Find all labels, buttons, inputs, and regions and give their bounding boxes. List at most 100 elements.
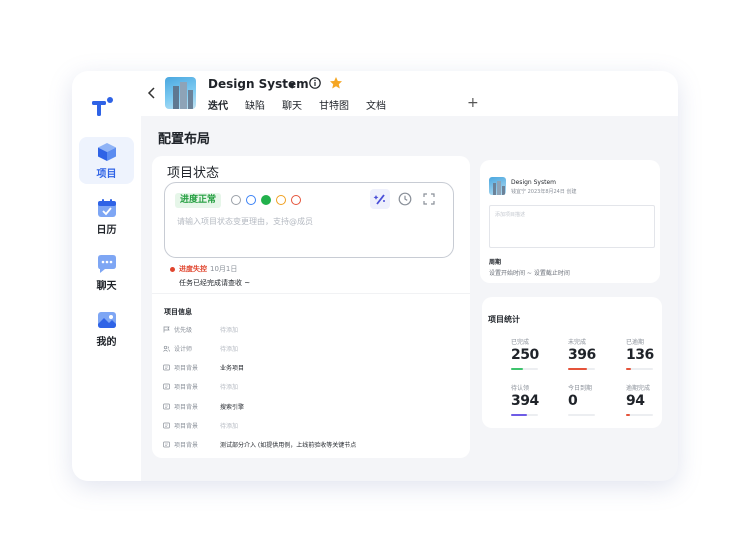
project-thumbnail — [165, 77, 196, 109]
info-key: 项目背景 — [174, 442, 199, 449]
info-value[interactable]: 待添加 — [220, 382, 238, 391]
stat-value: 0 — [568, 393, 578, 409]
chat-bubble-icon — [97, 254, 116, 273]
info-value[interactable]: 业务项目 — [220, 363, 244, 372]
status-dot — [170, 267, 175, 272]
cube-icon — [97, 142, 116, 161]
tag-icon — [163, 364, 170, 371]
ai-assist-button[interactable] — [370, 189, 390, 209]
info-value[interactable]: 搜索引擎 — [220, 402, 244, 411]
stat-incomplete[interactable]: 未完成 396 — [568, 337, 614, 377]
info-row[interactable]: 项目背景 待添加 — [163, 382, 453, 392]
top-bar: Design System ▼ 迭代 缺陷 聊天 甘特图 文档 + — [141, 71, 678, 116]
info-value[interactable]: 待添加 — [220, 344, 238, 353]
stat-value: 94 — [626, 393, 645, 409]
status-badge[interactable]: 进度正常 — [175, 193, 222, 208]
back-chevron-icon[interactable] — [147, 87, 157, 99]
info-row[interactable]: 设计师 待添加 — [163, 344, 453, 354]
info-value[interactable]: 测试部分介入 (如提供用例，上线前验收等关键节点 — [220, 440, 356, 449]
history-status-label: 进度失控 — [179, 265, 207, 273]
info-key: 优先级 — [174, 327, 193, 334]
status-color-option[interactable] — [276, 195, 286, 205]
info-key: 项目背景 — [174, 404, 199, 411]
info-row[interactable]: 项目背景 搜索引擎 — [163, 402, 453, 412]
description-input[interactable]: 添加项目描述 — [489, 205, 655, 248]
star-icon[interactable] — [329, 76, 343, 90]
profile-icon — [97, 311, 116, 328]
project-thumbnail — [489, 177, 506, 195]
stat-bar — [511, 368, 538, 370]
caret-down-icon[interactable]: ▼ — [289, 81, 295, 90]
description-placeholder: 添加项目描述 — [495, 212, 526, 218]
tab-chat[interactable]: 聊天 — [282, 97, 302, 112]
sidebar-item-chat[interactable]: 聊天 — [79, 249, 134, 296]
sidebar-item-label: 项目 — [96, 168, 117, 180]
stat-bar — [568, 368, 595, 370]
stat-overdue-completed[interactable]: 逾期完成 94 — [626, 383, 672, 423]
status-color-option[interactable] — [231, 195, 241, 205]
sidebar-item-me[interactable]: 我的 — [79, 305, 134, 352]
info-key: 项目背景 — [174, 365, 199, 372]
info-key: 项目背景 — [174, 384, 199, 391]
info-row[interactable]: 项目背景 业务项目 — [163, 363, 453, 373]
add-tab-button[interactable]: + — [467, 95, 479, 111]
stats-title: 项目统计 — [488, 315, 520, 324]
tab-gantt[interactable]: 甘特图 — [319, 97, 349, 112]
status-color-option[interactable] — [261, 195, 271, 205]
tab-defects[interactable]: 缺陷 — [245, 97, 265, 112]
stat-value: 136 — [626, 347, 654, 363]
status-color-option[interactable] — [291, 195, 301, 205]
expand-button[interactable] — [419, 189, 439, 209]
cycle-label: 周期 — [489, 259, 502, 266]
sidebar-item-project[interactable]: 项目 — [79, 137, 134, 184]
status-title: 项目状态 — [167, 166, 220, 181]
app-logo-icon — [92, 97, 113, 116]
info-row[interactable]: 项目背景 待添加 — [163, 421, 453, 431]
tag-icon — [163, 422, 170, 429]
project-info-title: 项目信息 — [164, 308, 192, 316]
stat-completed[interactable]: 已完成 250 — [511, 337, 557, 377]
stat-due-today[interactable]: 今日到期 0 — [568, 383, 614, 423]
sidebar-item-calendar[interactable]: 日历 — [79, 193, 134, 240]
calendar-icon — [97, 198, 116, 217]
tab-docs[interactable]: 文档 — [366, 97, 386, 112]
info-icon[interactable] — [309, 77, 321, 89]
tag-icon — [163, 383, 170, 390]
history-date: 10月1日 — [210, 265, 238, 273]
project-name: Design System — [511, 179, 556, 186]
stat-overdue[interactable]: 已逾期 136 — [626, 337, 672, 377]
history-button[interactable] — [395, 189, 415, 209]
info-row[interactable]: 优先级 待添加 — [163, 325, 453, 335]
project-detail-card: Design System 钱宜宁 2023年8月24日 创建 添加项目描述 周… — [480, 160, 660, 283]
stat-label: 已完成 — [511, 339, 530, 346]
project-stats-card: 项目统计 已完成 250 未完成 396 已逾期 136 待认领 394 今日到… — [482, 297, 662, 428]
cycle-value[interactable]: 设置开始时间 ~ 设置截止时间 — [489, 268, 570, 277]
history-message[interactable]: 任务已经完成请查收 ~ — [179, 278, 250, 288]
info-row[interactable]: 项目背景 测试部分介入 (如提供用例，上线前验收等关键节点 — [163, 440, 453, 450]
tab-iteration[interactable]: 迭代 — [208, 97, 228, 112]
stat-unclaimed[interactable]: 待认领 394 — [511, 383, 557, 423]
stat-bar — [626, 414, 653, 416]
tag-icon — [163, 441, 170, 448]
project-status-card: 项目状态 进度正常 请输入项目状态变更理由，支持@成员 进度失控 10月1日 任… — [152, 156, 470, 458]
info-value[interactable]: 待添加 — [220, 325, 238, 334]
info-value[interactable]: 待添加 — [220, 421, 238, 430]
stat-label: 未完成 — [568, 339, 587, 346]
stat-label: 待认领 — [511, 385, 530, 392]
status-color-option[interactable] — [246, 195, 256, 205]
app-window: 项目 日历 聊天 我的 Design System ▼ 迭代 缺陷 聊天 甘特图… — [72, 71, 678, 481]
stat-value: 396 — [568, 347, 596, 363]
status-editor[interactable]: 进度正常 请输入项目状态变更理由，支持@成员 — [164, 182, 454, 258]
stat-bar — [511, 414, 538, 416]
magic-wand-icon — [373, 194, 385, 205]
stat-bar — [626, 368, 653, 370]
sidebar: 项目 日历 聊天 我的 — [72, 71, 141, 481]
expand-icon — [423, 193, 435, 205]
stat-label: 逾期完成 — [626, 385, 651, 392]
sidebar-item-label: 我的 — [96, 336, 117, 348]
status-reason-input[interactable]: 请输入项目状态变更理由，支持@成员 — [177, 216, 313, 227]
people-icon — [163, 345, 170, 352]
clock-icon — [398, 192, 412, 206]
project-meta: 钱宜宁 2023年8月24日 创建 — [511, 189, 577, 195]
sidebar-item-label: 聊天 — [96, 280, 117, 292]
